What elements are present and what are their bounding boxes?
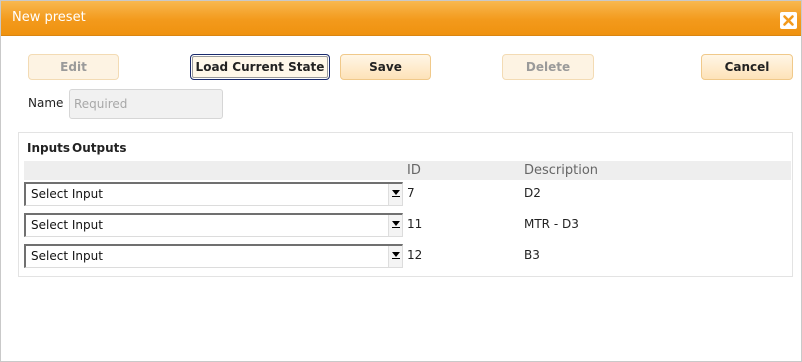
select-value: Select Input <box>31 249 103 263</box>
close-icon <box>780 12 797 29</box>
row-id: 11 <box>407 217 423 231</box>
chevron-down-icon <box>389 221 402 228</box>
tab-outputs[interactable]: Outputs <box>72 141 127 155</box>
row-description: MTR - D3 <box>524 217 579 231</box>
select-value: Select Input <box>31 218 103 232</box>
input-select[interactable]: Select Input <box>24 244 403 268</box>
chevron-down-icon <box>389 190 402 197</box>
load-current-state-button[interactable]: Load Current State <box>190 54 330 80</box>
column-header-id: ID <box>407 163 421 178</box>
table-row: Select Input 11 MTR - D3 <box>24 213 791 241</box>
tab-bar: Inputs Outputs <box>27 141 129 155</box>
name-label: Name <box>28 96 64 110</box>
dialog-title: New preset <box>12 10 86 25</box>
row-id: 12 <box>407 248 423 262</box>
dropdown-button[interactable] <box>388 246 402 267</box>
save-button[interactable]: Save <box>340 54 431 80</box>
edit-button[interactable]: Edit <box>28 54 119 80</box>
delete-button[interactable]: Delete <box>502 54 594 80</box>
dropdown-button[interactable] <box>388 215 402 236</box>
column-header-description: Description <box>524 163 599 178</box>
row-id: 7 <box>407 186 415 200</box>
select-value: Select Input <box>31 187 103 201</box>
dropdown-button[interactable] <box>388 184 402 205</box>
tab-inputs[interactable]: Inputs <box>27 141 70 155</box>
table-header: ID Description <box>24 161 791 180</box>
new-preset-dialog: New preset Edit Load Current State Save … <box>0 0 802 362</box>
table-row: Select Input 7 D2 <box>24 182 791 210</box>
input-select[interactable]: Select Input <box>24 182 403 206</box>
inputs-outputs-panel: Inputs Outputs ID Description Select Inpu… <box>18 132 793 277</box>
cancel-button[interactable]: Cancel <box>701 54 793 80</box>
dialog-title-bar[interactable]: New preset <box>1 1 801 36</box>
table-row: Select Input 12 B3 <box>24 244 791 272</box>
row-description: D2 <box>524 186 541 200</box>
name-input[interactable] <box>69 89 223 119</box>
close-button[interactable] <box>780 12 797 29</box>
row-description: B3 <box>524 248 540 262</box>
chevron-down-icon <box>389 252 402 259</box>
input-select[interactable]: Select Input <box>24 213 403 237</box>
